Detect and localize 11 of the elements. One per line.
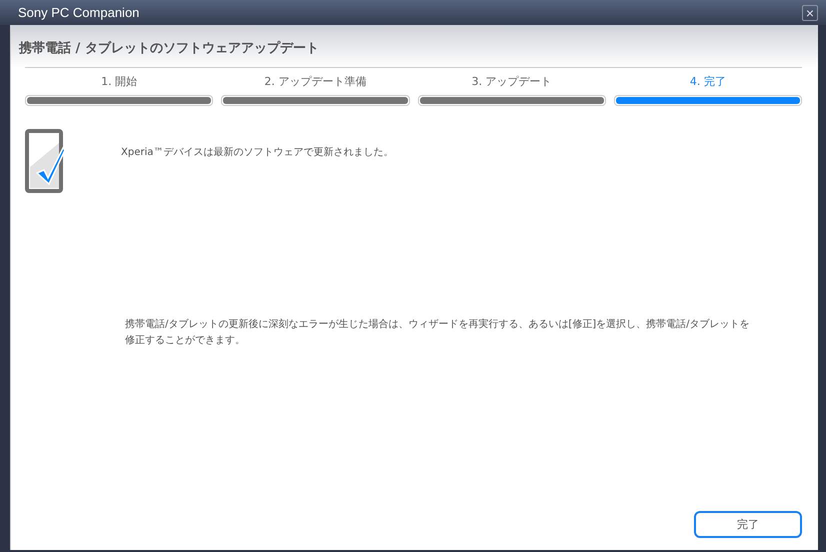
phone-check-icon bbox=[25, 129, 65, 193]
page-heading: 携帯電話 / タブレットのソフトウェアアップデート bbox=[19, 41, 319, 56]
step-label: 1. 開始 bbox=[101, 74, 138, 89]
finish-button[interactable]: 完了 bbox=[694, 511, 802, 538]
status-message: Xperia™デバイスは最新のソフトウェアで更新されました。 bbox=[121, 146, 394, 159]
step-label: 4. 完了 bbox=[690, 74, 726, 89]
help-text: 携帯電話/タブレットの更新後に深刻なエラーが生じた場合は、ウィザードを再実行する、あるいは[修正]を選択し、携帯電話/タブレットを修正することができます。 bbox=[125, 318, 751, 348]
step-label: 2. アップデート準備 bbox=[264, 74, 366, 89]
window-title: Sony PC Companion bbox=[18, 5, 140, 20]
step-label: 3. アップデート bbox=[472, 74, 552, 89]
close-button[interactable]: × bbox=[802, 4, 818, 20]
